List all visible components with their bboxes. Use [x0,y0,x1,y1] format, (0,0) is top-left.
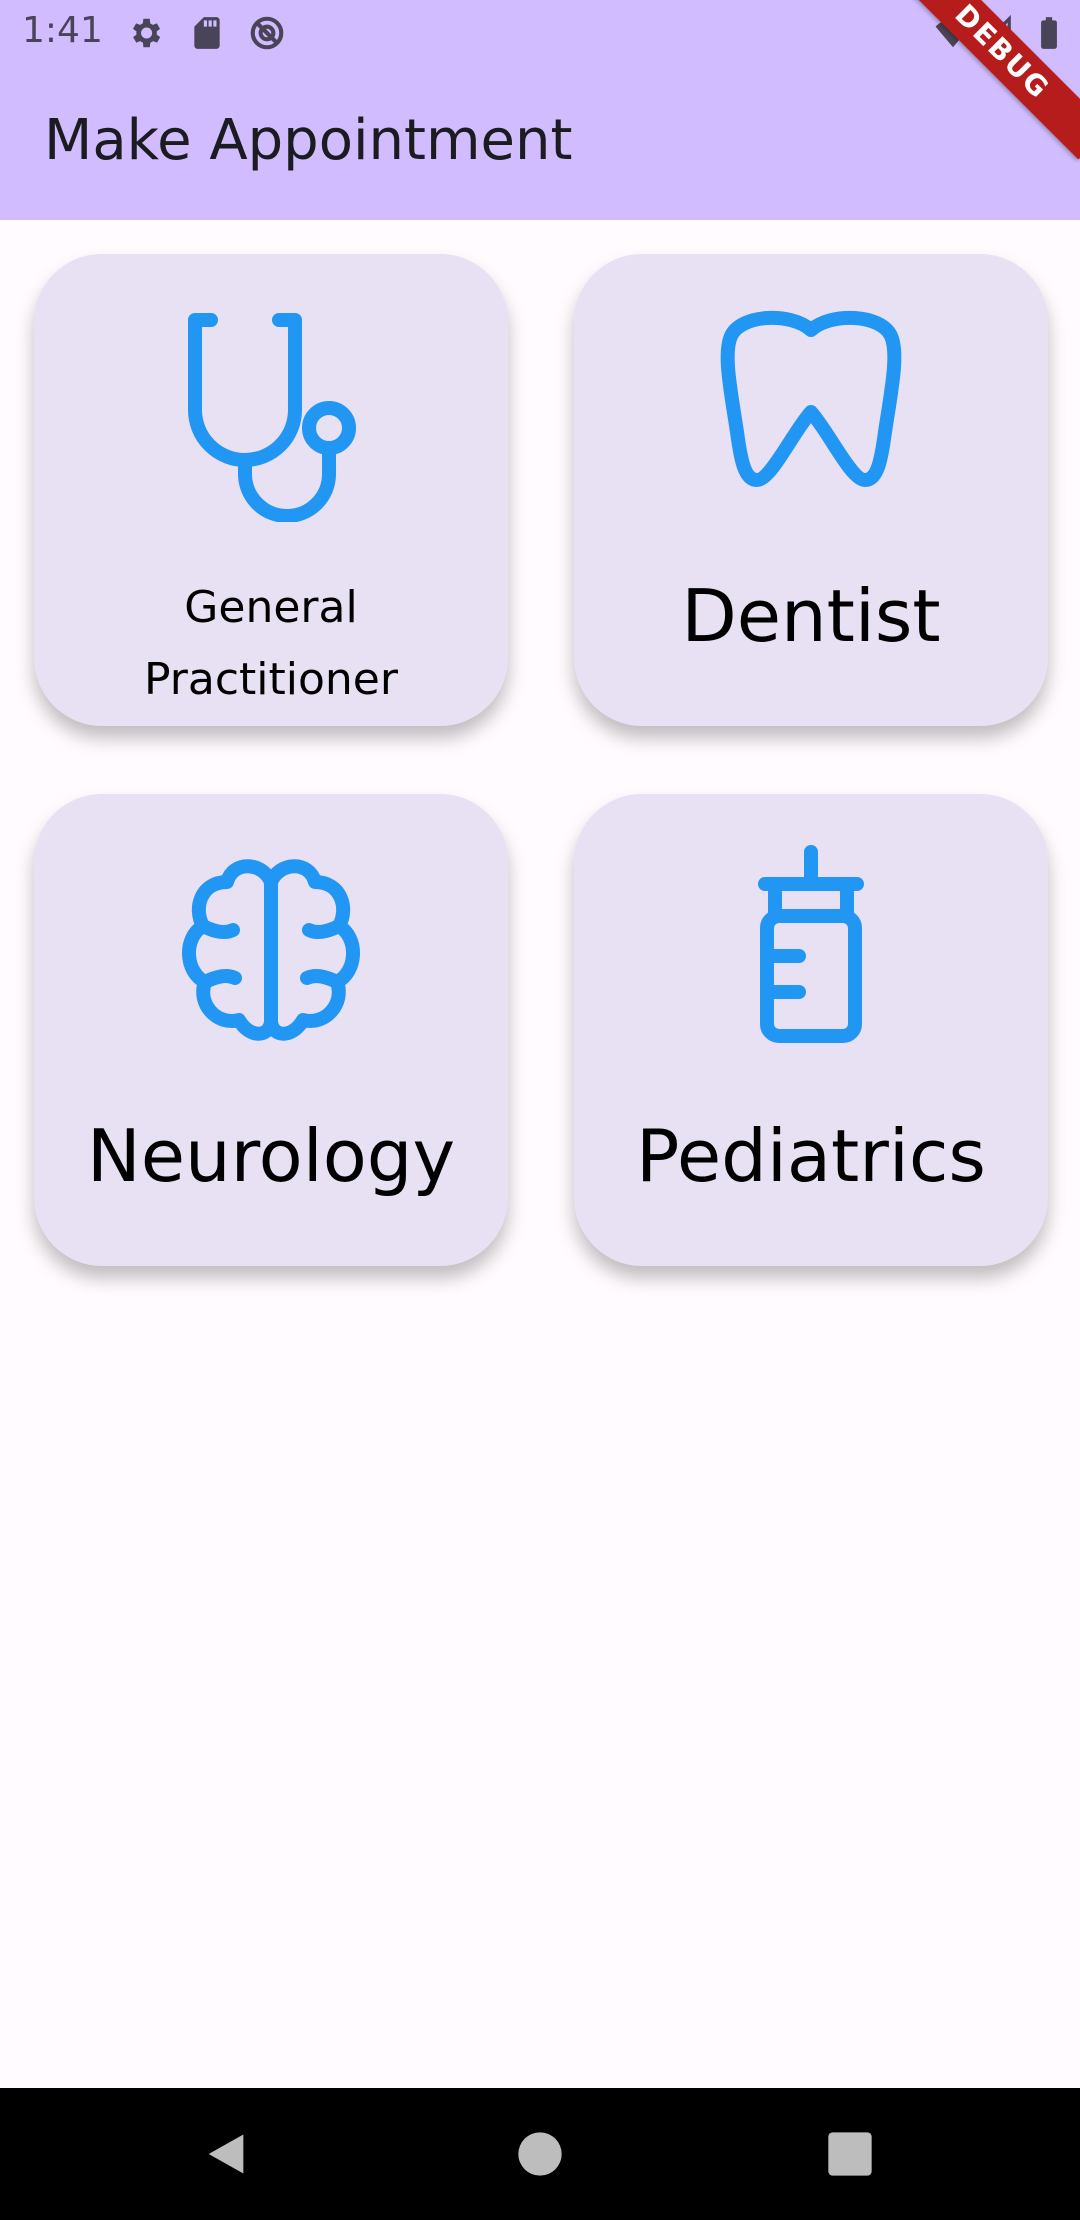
sd-card-icon [194,17,220,49]
system-nav-bar [0,2088,1080,2220]
recents-icon[interactable] [824,2128,876,2180]
settings-icon [132,18,161,48]
brain-icon [182,859,360,1041]
stethoscope-icon [188,313,356,522]
category-card-dentist[interactable]: Dentist [574,254,1048,726]
category-card-pediatrics[interactable]: Pediatrics [574,794,1048,1266]
tooth-icon [720,310,902,487]
home-icon[interactable] [514,2128,566,2180]
category-label: General Practitioner [144,582,398,705]
baby-bottle-icon [758,845,864,1043]
app-bar: 1:41 Make Appointment DEBUG [0,0,1080,220]
status-bar: 1:41 [0,0,1080,66]
battery-icon [1041,17,1057,49]
category-card-general-practitioner[interactable]: General Practitioner [34,254,508,726]
no-disturb-icon [250,16,284,50]
back-icon[interactable] [200,2128,252,2180]
category-label: Neurology [86,1114,456,1198]
category-card-neurology[interactable]: Neurology [34,794,508,1266]
category-label: Dentist [681,574,941,658]
page-title: Make Appointment [44,108,573,173]
category-label: Pediatrics [636,1114,986,1198]
status-time: 1:41 [22,10,103,51]
